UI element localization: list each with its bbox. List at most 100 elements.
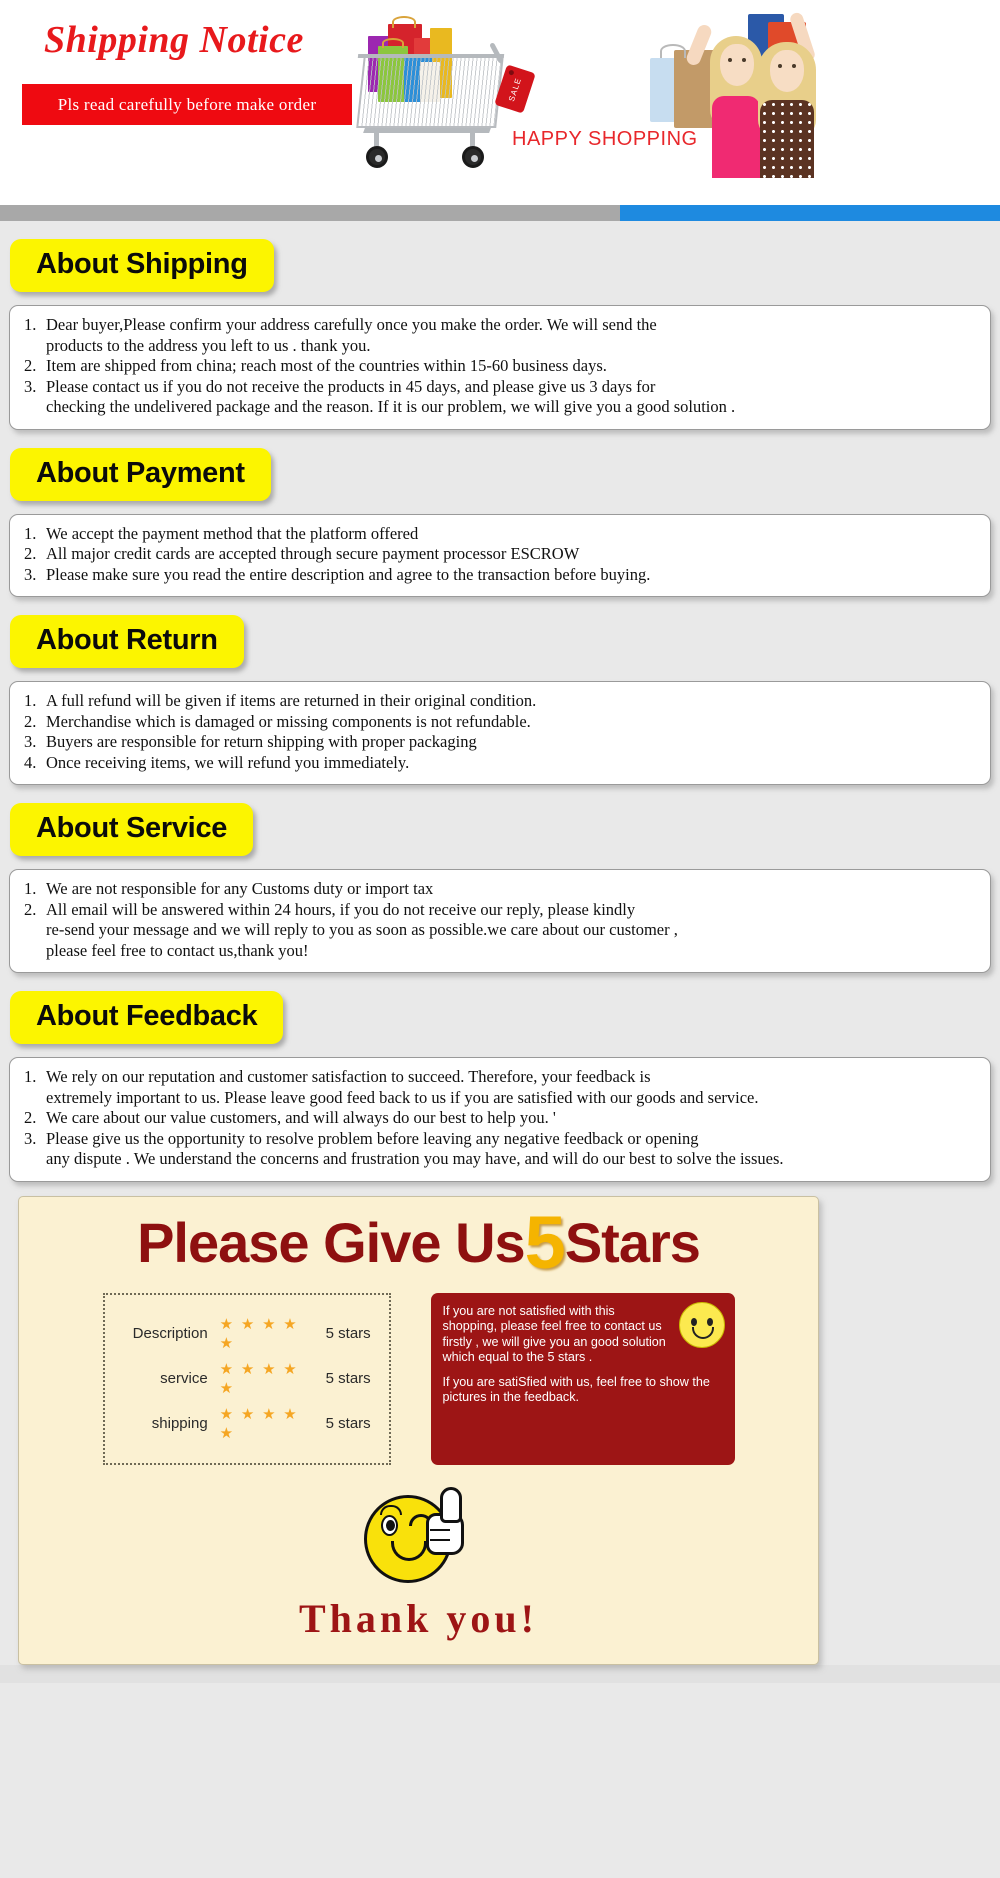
thank-you-block: Thank you! [19, 1486, 818, 1642]
list-item-number: 3. [24, 1128, 37, 1148]
list-item: 1. A full refund will be given if items a… [24, 691, 976, 712]
list-item-line: Please make sure you read the entire des… [46, 564, 651, 584]
list-item-line: Merchandise which is damaged or missing … [46, 711, 531, 731]
section-list: 1. Dear buyer,Please confirm your address… [24, 315, 976, 418]
list-item: 3. Please contact us if you do not receiv… [24, 377, 976, 418]
model-left-top [712, 96, 760, 178]
thumbs-up-thumb [439, 1486, 462, 1523]
header-divider [0, 205, 1000, 221]
cart-wheel-right [462, 146, 484, 168]
list-item-number: 1. [24, 691, 37, 710]
bottom-strip [0, 1664, 1000, 1683]
read-carefully-banner: Pls read carefully before make order [22, 84, 352, 125]
thumbs-up-pupil [385, 1519, 395, 1531]
list-item-line: checking the undelivered package and the… [46, 397, 736, 416]
list-item-line: We are not responsible for any Customs d… [46, 879, 434, 898]
section-about-feedback: About Feedback 1. We rely on our reputatio… [0, 973, 1000, 1182]
thumbs-up-finger-line-2 [429, 1538, 450, 1541]
section-body: 1. Dear buyer,Please confirm your address… [9, 305, 991, 430]
sections-container: About Shipping 1. Dear buyer,Please confir… [0, 221, 1000, 1182]
page-title: Shipping Notice [44, 19, 304, 61]
smiley-eye-left [690, 1317, 697, 1326]
model-left-eye-r [742, 58, 746, 62]
sale-tag-hole [508, 69, 515, 76]
section-body: 1. We accept the payment method that the … [9, 513, 991, 597]
section-list: 1. We are not responsible for any Customs… [24, 879, 976, 961]
sale-tag-label: SALE [506, 75, 524, 103]
headline-five-digit: 5 [524, 1200, 566, 1284]
section-label: About Payment [10, 447, 271, 501]
model-right-face [770, 50, 804, 92]
list-item-line: Dear buyer,Please confirm your address c… [46, 315, 657, 334]
rating-row-item: Description ★ ★ ★ ★ ★ 5 stars [121, 1315, 373, 1353]
section-label: About Service [10, 803, 254, 856]
list-item-number: 1. [24, 523, 37, 543]
smiley-face-icon [678, 1301, 725, 1348]
rating-value: 5 stars [325, 1415, 371, 1432]
list-item-number: 1. [24, 879, 37, 898]
list-item-line: A full refund will be given if items are… [46, 691, 537, 710]
list-item: 3. Please give us the opportunity to reso… [24, 1129, 976, 1170]
model-right-top [760, 100, 814, 178]
section-label: About Return [10, 615, 244, 668]
section-label: About Feedback [10, 991, 284, 1044]
rating-table: Description ★ ★ ★ ★ ★ 5 stars service ★ ★ ★ … [102, 1292, 391, 1465]
list-item: 3. Buyers are responsible for return ship… [24, 732, 976, 753]
list-item: 1. We are not responsible for any Customs… [24, 879, 976, 900]
list-item-number: 2. [24, 711, 37, 731]
list-item: 3. Please make sure you read the entire d… [24, 565, 976, 586]
list-item-line: All email will be answered within 24 hou… [46, 899, 636, 919]
rating-label: Description [132, 1325, 208, 1342]
smiley-mouth [691, 1326, 714, 1339]
list-item-line: extremely important to us. Please leave … [46, 1087, 759, 1107]
list-item-line: Please give us the opportunity to resolv… [46, 1128, 699, 1148]
star-icons: ★ ★ ★ ★ ★ [219, 1361, 299, 1397]
give-5-stars-headline: Please Give Us5Stars [19, 1205, 818, 1279]
list-item-number: 2. [24, 544, 37, 563]
section-body: 1. We rely on our reputation and customer… [9, 1057, 991, 1182]
list-item: 2. All email will be answered within 24 h… [24, 900, 976, 962]
list-item-number: 1. [24, 1067, 37, 1086]
list-item-number: 3. [24, 564, 37, 584]
list-item-line: please feel free to contact us,thank you… [46, 940, 309, 960]
list-item: 2. Merchandise which is damaged or missin… [24, 712, 976, 733]
list-item: 1. We accept the payment method that the … [24, 524, 976, 545]
section-label: About Shipping [10, 239, 274, 292]
headline-pre-text: Please Give Us [137, 1210, 526, 1274]
list-item-line: Please contact us if you do not receive … [46, 376, 656, 396]
list-item-number: 1. [24, 315, 37, 334]
model-bag-handle-1 [660, 44, 686, 58]
list-item-number: 2. [24, 356, 37, 375]
list-item-line: All major credit cards are accepted thro… [46, 544, 580, 563]
list-item-number: 2. [24, 899, 37, 919]
list-item: 1. We rely on our reputation and customer… [24, 1067, 976, 1108]
rating-value: 5 stars [325, 1370, 371, 1387]
list-item-line: Buyers are responsible for return shippi… [46, 732, 477, 751]
model-left-face [720, 44, 754, 86]
list-item: 2. All major credit cards are accepted th… [24, 544, 976, 565]
section-body: 1. We are not responsible for any Customs… [9, 869, 991, 973]
bag-handle-1 [392, 16, 416, 28]
list-item-line: We accept the payment method that the pl… [46, 523, 419, 543]
model-right-eye-l [778, 64, 782, 68]
rating-label: service [160, 1370, 208, 1387]
bag-handle-2 [382, 38, 404, 48]
list-item-number: 4. [24, 752, 37, 772]
section-list: 1. We rely on our reputation and customer… [24, 1067, 976, 1170]
list-item: 4. Once receiving items, we will refund y… [24, 753, 976, 774]
section-body: 1. A full refund will be given if items a… [9, 681, 991, 785]
shipping-notice-page: Shipping Notice Pls read carefully befor… [0, 0, 1000, 1878]
list-item: 2. Item are shipped from china; reach mos… [24, 356, 976, 377]
section-about-service: About Service 1. We are not responsible fo… [0, 785, 1000, 973]
five-stars-panel: Please Give Us5Stars Description ★ ★ ★ ★ … [18, 1195, 819, 1665]
winking-thumbs-up-icon [363, 1486, 474, 1591]
star-icons: ★ ★ ★ ★ ★ [219, 1406, 299, 1442]
rating-row-item: shipping ★ ★ ★ ★ ★ 5 stars [121, 1405, 373, 1443]
satisfaction-note-card: If you are not satisfied with this shopp… [430, 1292, 735, 1465]
cart-wheel-left [366, 146, 388, 168]
satisfaction-paragraph-2: If you are satiSfied with us, feel free … [442, 1374, 710, 1405]
section-list: 1. We accept the payment method that the … [24, 524, 976, 586]
section-about-shipping: About Shipping 1. Dear buyer,Please confir… [0, 221, 1000, 430]
section-list: 1. A full refund will be given if items a… [24, 691, 976, 773]
read-carefully-banner-text: Pls read carefully before make order [57, 94, 317, 114]
